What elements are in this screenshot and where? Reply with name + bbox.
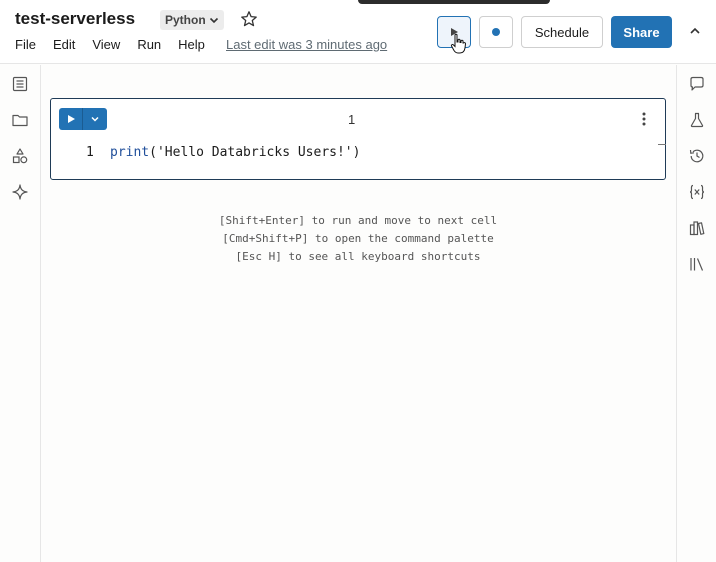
- menu-view[interactable]: View: [92, 37, 120, 52]
- line-number: 1: [86, 145, 94, 160]
- folder-icon[interactable]: [11, 111, 29, 129]
- schedule-button[interactable]: Schedule: [521, 16, 603, 48]
- run-options-button[interactable]: [83, 108, 107, 130]
- cell-number: 1: [348, 112, 356, 127]
- chevron-down-icon: [209, 17, 218, 24]
- code-cell[interactable]: 1 1 print('Hello Databricks Users!'): [50, 98, 666, 180]
- code-function: print: [110, 145, 150, 160]
- minimap-marker: [658, 144, 666, 145]
- menu-help[interactable]: Help: [178, 37, 205, 52]
- hand-cursor-icon: [450, 33, 466, 54]
- code-string: 'Hello Databricks Users!': [156, 145, 353, 160]
- more-options-icon[interactable]: [637, 111, 651, 127]
- code-paren-open: (: [149, 145, 157, 160]
- flask-icon[interactable]: [688, 111, 706, 129]
- language-selector[interactable]: Python: [160, 10, 224, 30]
- hint-run: [Shift+Enter] to run and move to next ce…: [218, 214, 498, 227]
- variables-icon[interactable]: [688, 183, 706, 201]
- table-of-contents-icon[interactable]: [11, 75, 29, 93]
- menu-run[interactable]: Run: [137, 37, 161, 52]
- notebook-header: test-serverless Python File Edit View Ru…: [0, 0, 716, 64]
- history-icon[interactable]: [688, 147, 706, 165]
- share-button[interactable]: Share: [611, 16, 672, 48]
- last-edit-link[interactable]: Last edit was 3 minutes ago: [226, 37, 387, 52]
- menu-file[interactable]: File: [15, 37, 36, 52]
- status-dot-icon: [492, 28, 500, 36]
- code-paren-close: ): [352, 145, 361, 160]
- notebook-title[interactable]: test-serverless: [15, 9, 135, 29]
- star-icon[interactable]: [240, 10, 258, 28]
- code-editor[interactable]: print('Hello Databricks Users!'): [110, 145, 360, 160]
- compute-button[interactable]: [479, 16, 513, 48]
- chevron-up-icon[interactable]: [688, 24, 702, 38]
- left-sidebar: [0, 65, 41, 562]
- keyboard-hints: [Shift+Enter] to run and move to next ce…: [50, 212, 666, 266]
- shapes-icon[interactable]: [11, 147, 29, 165]
- cell-run-button-group: [59, 108, 107, 130]
- run-cell-button[interactable]: [59, 108, 83, 130]
- menu-bar: File Edit View Run Help: [15, 37, 222, 52]
- bookshelf-icon[interactable]: [688, 255, 706, 273]
- tooltip: [358, 0, 550, 4]
- right-sidebar: [676, 65, 716, 562]
- hint-shortcuts: [Esc H] to see all keyboard shortcuts: [235, 250, 481, 263]
- hint-command-palette: [Cmd+Shift+P] to open the command palett…: [222, 232, 494, 245]
- sparkle-icon[interactable]: [11, 183, 29, 201]
- play-icon: [67, 115, 75, 123]
- chevron-down-icon: [91, 116, 99, 122]
- language-label: Python: [165, 13, 206, 27]
- library-icon[interactable]: [688, 219, 706, 237]
- menu-edit[interactable]: Edit: [53, 37, 75, 52]
- comment-icon[interactable]: [688, 75, 706, 93]
